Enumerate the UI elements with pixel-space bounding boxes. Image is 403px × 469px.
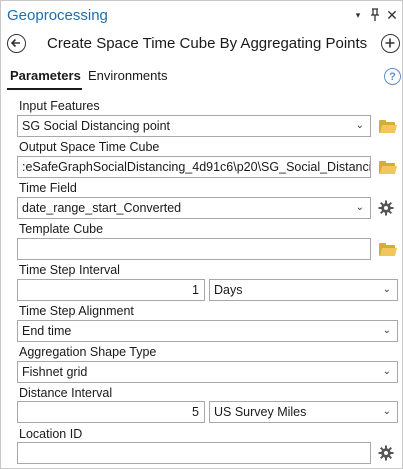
time-step-alignment-label: Time Step Alignment — [19, 304, 134, 318]
time-step-interval-value: 1 — [192, 283, 199, 297]
help-icon[interactable]: ? — [384, 68, 401, 85]
aggregation-shape-value: Fishnet grid — [22, 365, 88, 379]
active-tab-indicator — [7, 88, 82, 90]
chevron-down-icon: ⌄ — [355, 120, 364, 131]
chevron-down-icon: ⌄ — [382, 325, 391, 336]
aggregation-shape-label: Aggregation Shape Type — [19, 345, 157, 359]
output-cube-field[interactable]: :eSafeGraphSocialDistancing_4d91c6\p20\S… — [17, 156, 371, 178]
input-features-value: SG Social Distancing point — [22, 119, 170, 133]
template-cube-label: Template Cube — [19, 222, 104, 236]
browse-folder-icon[interactable] — [379, 120, 398, 133]
input-features-dropdown[interactable]: SG Social Distancing point ⌄ — [17, 115, 371, 137]
gear-icon[interactable] — [378, 200, 394, 216]
output-cube-value: :eSafeGraphSocialDistancing_4d91c6\p20\S… — [22, 160, 371, 174]
time-step-alignment-value: End time — [22, 324, 72, 338]
time-step-unit-value: Days — [214, 283, 243, 297]
time-step-alignment-dropdown[interactable]: End time ⌄ — [17, 320, 398, 342]
add-icon[interactable] — [381, 34, 400, 53]
geoprocessing-pane: Geoprocessing ▾ ✕ Create Space Time Cube… — [0, 0, 403, 469]
template-cube-field[interactable] — [17, 238, 371, 260]
distance-interval-value: 5 — [192, 405, 199, 419]
pane-menu-icon[interactable]: ▾ — [350, 5, 366, 25]
distance-unit-dropdown[interactable]: US Survey Miles ⌄ — [209, 401, 398, 423]
pane-titlebar: Geoprocessing ▾ ✕ — [1, 1, 402, 31]
location-id-dropdown[interactable] — [17, 442, 371, 464]
browse-folder-icon[interactable] — [379, 161, 398, 174]
chevron-down-icon: ⌄ — [382, 284, 391, 295]
pin-icon[interactable] — [367, 5, 383, 25]
time-step-interval-label: Time Step Interval — [19, 263, 120, 277]
tab-strip: Parameters Environments ? — [1, 65, 402, 91]
output-cube-label: Output Space Time Cube — [19, 140, 160, 154]
tab-environments[interactable]: Environments — [88, 68, 167, 83]
distance-unit-value: US Survey Miles — [214, 405, 307, 419]
browse-folder-icon[interactable] — [379, 243, 398, 256]
aggregation-shape-dropdown[interactable]: Fishnet grid ⌄ — [17, 361, 398, 383]
input-features-label: Input Features — [19, 99, 100, 113]
back-arrow-icon[interactable] — [7, 34, 26, 53]
pane-title: Geoprocessing — [7, 7, 108, 24]
time-field-dropdown[interactable]: date_range_start_Converted ⌄ — [17, 197, 371, 219]
time-field-label: Time Field — [19, 181, 77, 195]
time-field-value: date_range_start_Converted — [22, 201, 182, 215]
time-step-interval-input[interactable]: 1 — [17, 279, 205, 301]
close-icon[interactable]: ✕ — [384, 5, 400, 25]
distance-interval-input[interactable]: 5 — [17, 401, 205, 423]
chevron-down-icon: ⌄ — [382, 406, 391, 417]
chevron-down-icon: ⌄ — [382, 366, 391, 377]
distance-interval-label: Distance Interval — [19, 386, 113, 400]
tab-parameters[interactable]: Parameters — [10, 68, 81, 83]
location-id-label: Location ID — [19, 427, 83, 441]
chevron-down-icon: ⌄ — [355, 202, 364, 213]
tool-header: Create Space Time Cube By Aggregating Po… — [1, 31, 402, 59]
gear-icon[interactable] — [378, 445, 394, 461]
tool-title: Create Space Time Cube By Aggregating Po… — [47, 35, 368, 52]
time-step-unit-dropdown[interactable]: Days ⌄ — [209, 279, 398, 301]
